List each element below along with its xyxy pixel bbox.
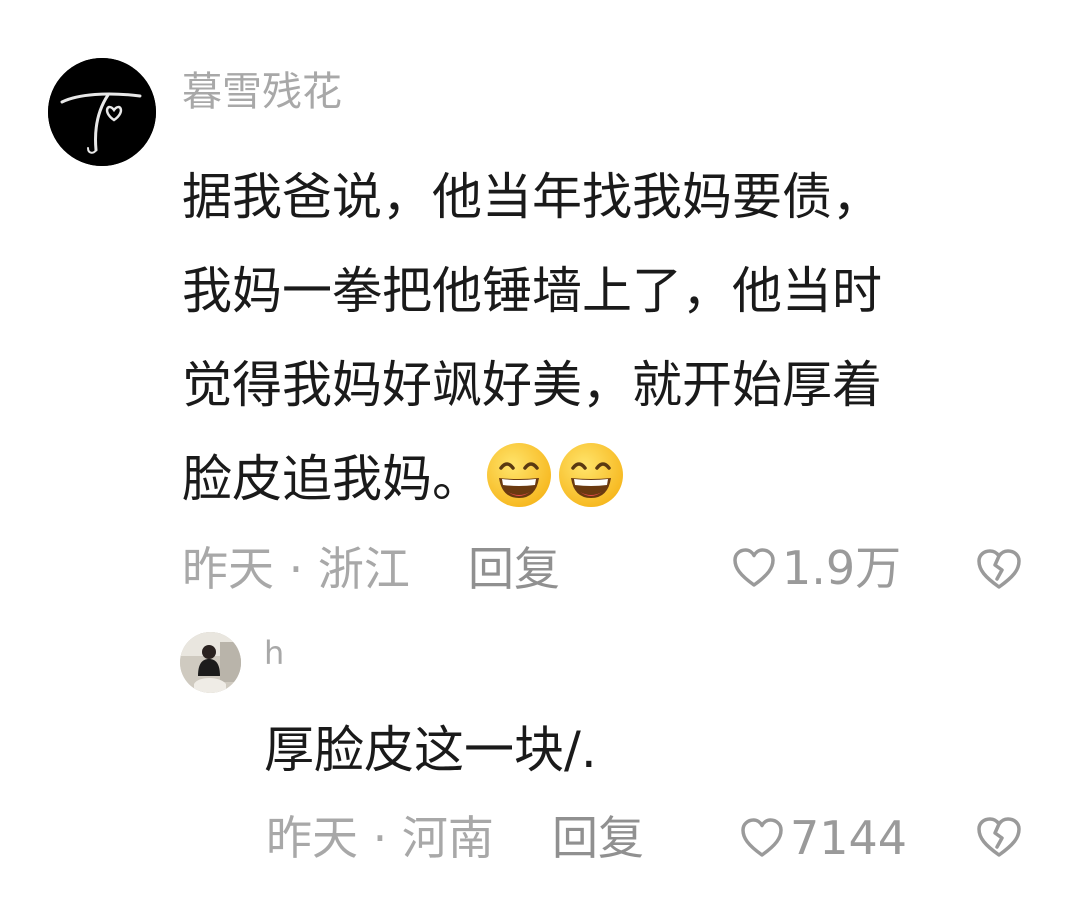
comment-line: 据我爸说，他当年找我妈要债， (182, 168, 882, 226)
script-t-logo-icon (48, 58, 156, 166)
comment-username[interactable]: 暮雪残花 (182, 72, 342, 112)
reply-like-button[interactable]: 7144 (738, 814, 907, 862)
user-photo-icon (180, 632, 241, 693)
reply-like-count: 7144 (790, 811, 908, 865)
reply-avatar[interactable] (180, 632, 241, 693)
avatar[interactable] (48, 58, 156, 166)
reply-username[interactable]: h (264, 637, 284, 669)
reply-time-location: 昨天 · 河南 (266, 811, 494, 865)
heart-icon (733, 548, 775, 587)
reply-button[interactable]: 回复 (468, 546, 560, 592)
comment-body: 据我爸说，他当年找我妈要债， 我妈一拳把他锤墙上了，他当时 觉得我妈好飒好美，就… (182, 150, 882, 526)
heart-icon (741, 818, 783, 857)
comment-line-last: 脸皮追我妈。 (182, 432, 882, 526)
comment-line: 我妈一拳把他锤墙上了，他当时 (182, 262, 882, 320)
broken-heart-icon (977, 817, 1021, 857)
reply-dislike-button[interactable] (974, 812, 1024, 862)
grinning-face-emoji-icon (559, 443, 623, 507)
grinning-face-emoji-icon (487, 443, 551, 507)
comment-line: 脸皮追我妈。 (182, 450, 482, 508)
reply-reply-button[interactable]: 回复 (552, 815, 644, 861)
comment-line: 觉得我妈好飒好美，就开始厚着 (182, 356, 882, 414)
comment-time-location: 昨天 · 浙江 (182, 542, 410, 596)
like-button[interactable]: 1.9万 (730, 544, 901, 592)
reply-body: 厚脸皮这一块/. (264, 721, 597, 779)
broken-heart-icon (977, 549, 1021, 589)
dislike-button[interactable] (974, 544, 1024, 594)
like-count: 1.9万 (782, 541, 902, 595)
comment-thread: 暮雪残花 据我爸说，他当年找我妈要债， 我妈一拳把他锤墙上了，他当时 觉得我妈好… (0, 0, 1080, 897)
